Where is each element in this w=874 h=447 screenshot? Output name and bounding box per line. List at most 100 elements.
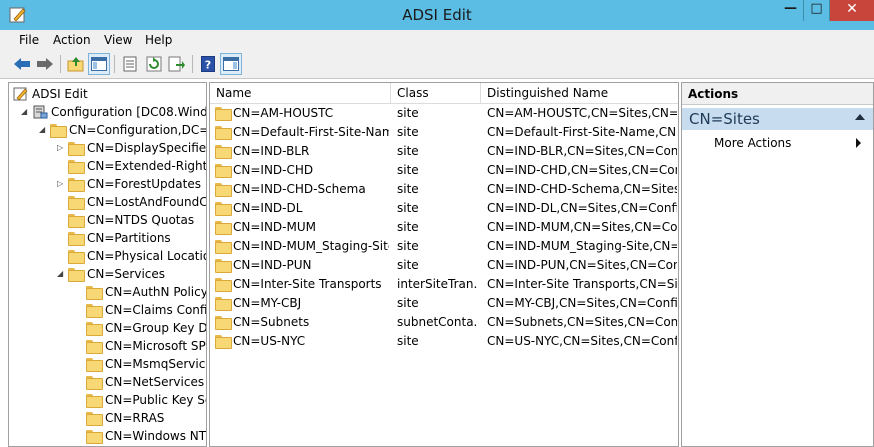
folder-icon xyxy=(68,214,85,228)
list-row[interactable]: CN=MY-CBJ site CN=MY-CBJ,CN=Sites,CN=Confi… xyxy=(210,294,678,313)
tree-node[interactable]: CN=AuthN Policy xyxy=(9,283,206,301)
tree-node-label: CN=Extended-Rights xyxy=(87,159,207,173)
menu-view[interactable]: View xyxy=(104,33,132,47)
more-actions-label: More Actions xyxy=(714,136,792,150)
tree-node-label: CN=Services xyxy=(87,267,166,281)
window-title: ADSI Edit xyxy=(402,6,472,24)
column-header-label: Name xyxy=(216,86,252,100)
tree-node[interactable]: CN=Partitions xyxy=(9,229,206,247)
actions-section-cn-sites[interactable]: CN=Sites xyxy=(682,108,873,130)
expanded-node-icon[interactable]: ◢ xyxy=(57,269,66,278)
tree-node[interactable]: CN=Windows NT xyxy=(9,427,206,445)
menu-help[interactable]: Help xyxy=(145,33,172,47)
tree-node[interactable]: CN=Public Key Se xyxy=(9,391,206,409)
minimize-button[interactable]: — xyxy=(778,0,804,21)
folder-icon xyxy=(215,221,232,235)
collapsed-node-icon[interactable]: ▷ xyxy=(57,143,66,152)
folder-icon xyxy=(215,107,232,121)
folder-icon xyxy=(215,240,232,254)
folder-icon xyxy=(86,322,103,336)
up-folder-icon xyxy=(67,57,84,72)
back-button[interactable] xyxy=(11,53,33,75)
expanded-node-icon[interactable]: ◢ xyxy=(21,107,30,116)
forward-button[interactable] xyxy=(34,53,56,75)
tree-node-label: CN=Configuration,DC=\ xyxy=(69,123,207,137)
tree-node[interactable]: CN=LostAndFoundC xyxy=(9,193,206,211)
up-folder-button[interactable] xyxy=(65,53,87,75)
tree-node[interactable]: CN=Physical Locatio xyxy=(9,247,206,265)
show-hide-tree-button[interactable] xyxy=(88,53,110,75)
column-header-name[interactable]: Name xyxy=(210,83,391,104)
menu-action[interactable]: Action xyxy=(53,33,91,47)
list-cell-name: CN=MY-CBJ xyxy=(233,296,302,310)
list-cell-name: CN=Inter-Site Transports xyxy=(233,277,382,291)
tree-node[interactable]: ◢ CN=Configuration,DC=\ xyxy=(9,121,207,139)
tree-node[interactable]: CN=Extended-Rights xyxy=(9,157,207,175)
more-actions-item[interactable]: More Actions xyxy=(682,133,873,153)
tree-node[interactable]: CN=NetServices xyxy=(9,373,206,391)
list-cell-name: CN=IND-CHD-Schema xyxy=(233,182,366,196)
tree-node[interactable]: ◢ Configuration [DC08.Window xyxy=(9,103,207,121)
tree-node[interactable]: ADSI Edit xyxy=(9,85,206,103)
expanded-node-icon[interactable]: ◢ xyxy=(39,125,48,134)
tree-node-label: Configuration [DC08.Window xyxy=(51,105,207,119)
show-hide-action-pane-button[interactable] xyxy=(220,53,242,75)
folder-icon xyxy=(215,316,232,330)
folder-icon xyxy=(215,183,232,197)
tree-node[interactable]: CN=Claims Confi xyxy=(9,301,206,319)
list-row[interactable]: CN=IND-PUN site CN=IND-PUN,CN=Sites,CN=Con… xyxy=(210,256,678,275)
properties-icon xyxy=(123,56,137,72)
refresh-button[interactable] xyxy=(143,53,165,75)
properties-button[interactable] xyxy=(119,53,141,75)
list-cell-class: site xyxy=(397,296,419,310)
forward-icon xyxy=(37,58,53,70)
list-row[interactable]: CN=Subnets subnetConta... CN=Subnets,CN=Si… xyxy=(210,313,678,332)
list-cell-distinguished-name: CN=MY-CBJ,CN=Sites,CN=Configu xyxy=(487,296,677,310)
list-cell-distinguished-name: CN=Default-First-Site-Name,CN=Sit xyxy=(487,125,677,139)
list-row[interactable]: CN=AM-HOUSTC site CN=AM-HOUSTC,CN=Sites,CN… xyxy=(210,104,678,123)
menu-file[interactable]: File xyxy=(19,33,39,47)
list-row[interactable]: CN=IND-DL site CN=IND-DL,CN=Sites,CN=Confi… xyxy=(210,199,678,218)
maximize-button[interactable]: □ xyxy=(804,0,830,21)
list-row[interactable]: CN=IND-MUM_Staging-Site site CN=IND-MUM_St… xyxy=(210,237,678,256)
tree-node[interactable]: CN=Group Key D xyxy=(9,319,206,337)
folder-icon xyxy=(215,145,232,159)
help-button[interactable]: ? xyxy=(197,53,219,75)
list-row[interactable]: CN=Default-First-Site-Name site CN=Default… xyxy=(210,123,678,142)
column-header-class[interactable]: Class xyxy=(391,83,481,104)
tree-node[interactable]: ◢ CN=Services xyxy=(9,265,206,283)
tree-node[interactable]: CN=MsmqService xyxy=(9,355,206,373)
close-button[interactable]: ✕ xyxy=(830,0,874,21)
list-cell-class: site xyxy=(397,144,419,158)
actions-header-label: Actions xyxy=(688,87,739,101)
list-cell-name: CN=IND-MUM xyxy=(233,220,316,234)
folder-icon xyxy=(68,142,85,156)
list-row[interactable]: CN=IND-MUM site CN=IND-MUM,CN=Sites,CN=Con… xyxy=(210,218,678,237)
list-cell-class: site xyxy=(397,239,419,253)
column-header-distinguished-name[interactable]: Distinguished Name xyxy=(481,83,678,104)
collapsed-node-icon[interactable]: ▷ xyxy=(57,179,66,188)
tree-node[interactable]: ▷ CN=ForestUpdates xyxy=(9,175,206,193)
tree-node[interactable]: CN=RRAS xyxy=(9,409,206,427)
actions-pane: Actions CN=Sites More Actions xyxy=(681,82,874,447)
list-row[interactable]: CN=IND-CHD-Schema site CN=IND-CHD-Schema,C… xyxy=(210,180,678,199)
tree-node[interactable]: CN=Microsoft SP xyxy=(9,337,206,355)
tree-node[interactable]: ▷ CN=DisplaySpecifiers xyxy=(9,139,206,157)
folder-icon xyxy=(68,160,85,174)
folder-icon xyxy=(215,202,232,216)
list-cell-name: CN=IND-PUN xyxy=(233,258,312,272)
list-row[interactable]: CN=US-NYC site CN=US-NYC,CN=Sites,CN=Confi… xyxy=(210,332,678,351)
list-row[interactable]: CN=Inter-Site Transports interSiteTran...… xyxy=(210,275,678,294)
minimize-icon: — xyxy=(784,1,797,16)
list-cell-class: interSiteTran... xyxy=(397,277,477,291)
list-cell-class: site xyxy=(397,258,419,272)
tree-node-label: CN=Partitions xyxy=(87,231,171,245)
tree-node[interactable]: CN=NTDS Quotas xyxy=(9,211,206,229)
list-row[interactable]: CN=IND-CHD site CN=IND-CHD,CN=Sites,CN=Con… xyxy=(210,161,678,180)
folder-icon xyxy=(86,304,103,318)
list-cell-distinguished-name: CN=IND-MUM_Staging-Site,CN=Sit xyxy=(487,239,677,253)
export-list-button[interactable] xyxy=(166,53,188,75)
list-row[interactable]: CN=IND-BLR site CN=IND-BLR,CN=Sites,CN=Con… xyxy=(210,142,678,161)
list-cell-name: CN=IND-CHD xyxy=(233,163,314,177)
list-cell-class: site xyxy=(397,334,419,348)
